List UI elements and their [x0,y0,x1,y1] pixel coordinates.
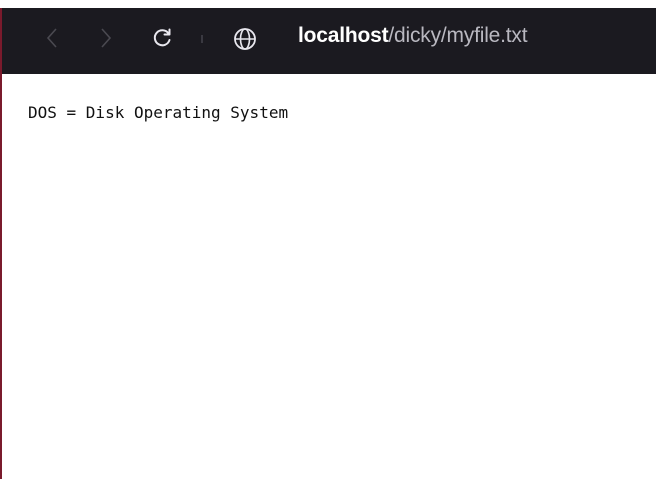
forward-button[interactable] [88,20,124,56]
address-bar-url[interactable]: localhost/dicky/myfile.txt [298,24,528,48]
url-path: /dicky/myfile.txt [388,24,528,47]
reload-icon [153,28,171,47]
toolbar-separator [201,35,203,43]
reload-button[interactable] [144,20,180,56]
chevron-left-icon [46,28,57,48]
back-button[interactable] [34,20,70,56]
globe-icon [234,28,256,50]
browser-toolbar: localhost/dicky/myfile.txt [0,8,656,74]
page-content: DOS = Disk Operating System [0,74,656,479]
window-edge-accent [0,8,2,479]
file-text-content: DOS = Disk Operating System [28,103,289,122]
cutoff-text-strip [0,0,656,8]
url-host: localhost [298,24,389,47]
chevron-right-icon [101,28,112,48]
